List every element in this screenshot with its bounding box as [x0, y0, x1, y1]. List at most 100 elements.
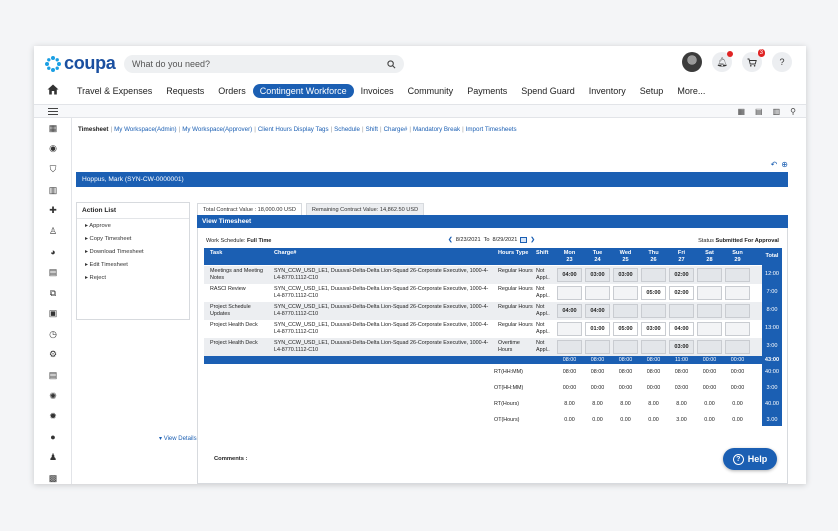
hours-input[interactable]: 02:00 [669, 286, 694, 300]
hours-input[interactable] [697, 304, 722, 318]
notifications-button[interactable]: 🔔︎ [712, 51, 733, 72]
search-input[interactable]: What do you need? [132, 59, 387, 69]
nav-item-orders[interactable]: Orders [211, 84, 253, 98]
breadcrumb-link[interactable]: Charge# [384, 126, 408, 133]
breadcrumb-link[interactable]: My Workspace(Approver) [182, 126, 252, 133]
hours-input[interactable] [725, 286, 750, 300]
breadcrumb-link[interactable]: Mandatory Break [413, 126, 460, 133]
pin-icon[interactable]: ⚲ [790, 107, 796, 116]
hours-input[interactable] [725, 268, 750, 282]
hours-input[interactable] [697, 340, 722, 354]
search-bar[interactable]: What do you need? [124, 55, 404, 73]
nav-item-requests[interactable]: Requests [159, 84, 211, 98]
nav-item-spend-guard[interactable]: Spend Guard [514, 84, 582, 98]
home-icon[interactable] [47, 84, 59, 95]
nav-item-inventory[interactable]: Inventory [582, 84, 633, 98]
hours-input[interactable] [557, 286, 582, 300]
action-item-edit-timesheet[interactable]: ▸ Edit Timesheet [77, 258, 189, 271]
hours-input[interactable]: 03:00 [641, 322, 666, 336]
hours-input[interactable] [641, 340, 666, 354]
hours-input[interactable] [613, 286, 638, 300]
hours-input[interactable]: 04:00 [585, 304, 610, 318]
calendar-picker-icon[interactable] [520, 237, 528, 243]
dashboard-icon[interactable]: ▦ [34, 118, 72, 139]
coupa-logo[interactable]: coupa [44, 53, 116, 74]
breadcrumb-link[interactable]: Timesheet [78, 126, 109, 133]
hours-input[interactable] [641, 304, 666, 318]
file-icon[interactable]: ▤ [34, 262, 72, 283]
hours-input[interactable]: 04:00 [557, 304, 582, 318]
summary-value: 8.00 [592, 401, 603, 407]
nav-item-payments[interactable]: Payments [460, 84, 514, 98]
hours-input[interactable]: 04:00 [669, 322, 694, 336]
pie-chart-icon[interactable]: ◕ [34, 242, 72, 263]
nav-item-setup[interactable]: Setup [633, 84, 671, 98]
search-icon[interactable] [387, 59, 396, 69]
grid-icon[interactable]: ▩ [34, 468, 72, 484]
hours-input[interactable]: 03:00 [613, 268, 638, 282]
hours-input[interactable]: 03:00 [585, 268, 610, 282]
info-icon[interactable]: ● [34, 427, 72, 448]
hours-input[interactable] [697, 322, 722, 336]
action-item-download-timesheet[interactable]: ▸ Download Timesheet [77, 245, 189, 258]
cog-icon[interactable]: ✹ [34, 406, 72, 427]
hours-input[interactable] [725, 304, 750, 318]
profile-icon[interactable]: ◉ [34, 139, 72, 160]
breadcrumb-link[interactable]: My Workspace(Admin) [114, 126, 176, 133]
hours-input[interactable] [557, 340, 582, 354]
timer-icon[interactable]: ◷ [34, 324, 72, 345]
hours-input[interactable] [613, 304, 638, 318]
building-icon[interactable]: ▥ [34, 180, 72, 201]
book-icon[interactable]: ▣ [34, 303, 72, 324]
list-icon[interactable]: ▤ [755, 107, 763, 116]
gear-icon[interactable]: ⚙ [34, 345, 72, 366]
nav-item-invoices[interactable]: Invoices [354, 84, 401, 98]
hours-input[interactable]: 05:00 [641, 286, 666, 300]
hours-input[interactable]: 03:00 [669, 340, 694, 354]
hours-input[interactable] [669, 304, 694, 318]
puzzle-icon[interactable]: ✚ [34, 200, 72, 221]
nav-item-more[interactable]: More... [670, 84, 712, 98]
hours-input[interactable]: 05:00 [613, 322, 638, 336]
avatar[interactable] [682, 52, 702, 72]
breadcrumb-link[interactable]: Schedule [334, 126, 360, 133]
document-icon[interactable]: ▥ [773, 107, 781, 116]
help-icon-button[interactable]: ? [772, 52, 792, 72]
breadcrumb-link[interactable]: Import Timesheets [466, 126, 517, 133]
prev-week-icon[interactable]: ❮ [448, 237, 453, 243]
hours-input[interactable] [557, 322, 582, 336]
hours-input[interactable] [585, 286, 610, 300]
hours-input[interactable] [585, 340, 610, 354]
action-item-reject[interactable]: ▸ Reject [77, 271, 189, 284]
back-arrow-icon[interactable]: ↶ [771, 160, 778, 169]
add-circle-icon[interactable]: ⊕ [781, 160, 788, 169]
nav-item-community[interactable]: Community [401, 84, 461, 98]
shield-icon[interactable]: ⛉ [34, 159, 72, 180]
nav-item-travel-expenses[interactable]: Travel & Expenses [70, 84, 159, 98]
user-icon[interactable]: ♙ [34, 221, 72, 242]
hours-input[interactable] [697, 268, 722, 282]
next-week-icon[interactable]: ❯ [530, 237, 535, 243]
breadcrumb-link[interactable]: Client Hours Display Tags [258, 126, 329, 133]
help-button[interactable]: ? Help [723, 448, 777, 470]
hours-input[interactable] [725, 322, 750, 336]
nav-item-contingent-workforce[interactable]: Contingent Workforce [252, 84, 354, 98]
report-icon[interactable]: ▤ [34, 365, 72, 386]
action-item-approve[interactable]: ▸ Approve [77, 219, 189, 232]
hours-input[interactable]: 01:00 [585, 322, 610, 336]
hours-input[interactable]: 02:00 [669, 268, 694, 282]
org-chart-icon[interactable]: ⧉ [34, 283, 72, 304]
hours-input[interactable] [697, 286, 722, 300]
hours-input[interactable] [725, 340, 750, 354]
action-item-copy-timesheet[interactable]: ▸ Copy Timesheet [77, 232, 189, 245]
settings-icon[interactable]: ✺ [34, 386, 72, 407]
view-details-link[interactable]: ▾ View Details [159, 435, 197, 442]
team-icon[interactable]: ♟ [34, 448, 72, 469]
hours-input[interactable] [613, 340, 638, 354]
breadcrumb-link[interactable]: Shift [366, 126, 378, 133]
hours-input[interactable] [641, 268, 666, 282]
menu-icon[interactable] [48, 108, 58, 115]
calendar-icon[interactable]: ▦ [737, 107, 745, 116]
hours-input[interactable]: 04:00 [557, 268, 582, 282]
cart-button[interactable]: 3 [742, 49, 765, 72]
